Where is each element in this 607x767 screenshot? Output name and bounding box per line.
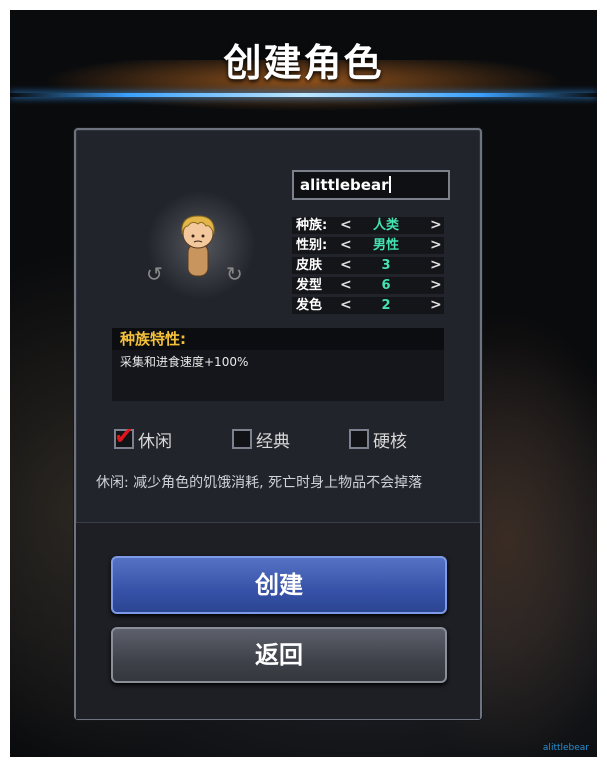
chevron-right-icon[interactable]: > <box>430 297 442 314</box>
attribute-race: 种族: < 人类 > <box>292 217 444 234</box>
check-icon: ✔ <box>114 422 135 450</box>
chevron-right-icon[interactable]: > <box>430 277 442 294</box>
attribute-label: 种族: <box>296 218 328 233</box>
rotate-left-icon[interactable]: ↺ <box>146 262 163 286</box>
mode-description: 休闲: 减少角色的饥饿消耗, 死亡时身上物品不会掉落 <box>96 475 423 491</box>
back-button[interactable]: 返回 <box>111 627 447 683</box>
character-name-input[interactable]: alittlebear <box>292 170 450 200</box>
attribute-label: 皮肤 <box>296 258 323 273</box>
chevron-right-icon[interactable]: > <box>430 257 442 274</box>
attribute-skin: 皮肤 < 3 > <box>292 257 444 274</box>
attribute-label: 发型 <box>296 278 323 293</box>
attribute-gender: 性别: < 男性 > <box>292 237 444 254</box>
create-character-panel: ↺ ↻ alittlebear 种族: < 人类 > 性别: < 男性 > 皮肤… <box>74 128 482 720</box>
page-title: 创建角色 <box>223 41 384 85</box>
attribute-value: 6 <box>381 278 391 293</box>
mode-label: 经典 <box>256 431 290 452</box>
rotate-right-icon[interactable]: ↻ <box>226 262 243 286</box>
create-button[interactable]: 创建 <box>111 556 447 614</box>
mode-label: 休闲 <box>138 431 172 452</box>
title-beam <box>10 93 597 97</box>
mode-option-classic[interactable]: 经典 <box>232 428 290 452</box>
checkbox[interactable]: ✔ <box>114 422 134 450</box>
attribute-value: 3 <box>381 258 391 273</box>
trait-heading: 种族特性: <box>112 328 444 350</box>
attribute-hairstyle: 发型 < 6 > <box>292 277 444 294</box>
attribute-value: 人类 <box>372 218 399 233</box>
attribute-hair-color: 发色 < 2 > <box>292 297 444 314</box>
attribute-value: 男性 <box>372 238 399 253</box>
attribute-label: 发色 <box>296 298 323 313</box>
attribute-label: 性别: <box>296 238 328 253</box>
chevron-right-icon[interactable]: > <box>430 217 442 234</box>
mode-option-casual[interactable]: ✔ 休闲 <box>114 422 172 452</box>
character-avatar[interactable] <box>172 210 224 280</box>
trait-description: 采集和进食速度+100% <box>120 355 249 369</box>
chevron-right-icon[interactable]: > <box>430 237 442 254</box>
mode-label: 硬核 <box>373 431 407 452</box>
checkbox[interactable] <box>349 429 369 449</box>
watermark: alittlebear <box>542 743 589 753</box>
game-screen: 创建角色 ↺ ↻ alittlebear 种族: < 人类 > 性别: < 男性… <box>10 10 597 757</box>
mode-option-hardcore[interactable]: 硬核 <box>349 428 407 452</box>
attribute-value: 2 <box>381 298 391 313</box>
race-trait-box: 种族特性: 采集和进食速度+100% <box>112 328 444 401</box>
panel-footer <box>76 522 480 719</box>
checkbox[interactable] <box>232 429 252 449</box>
